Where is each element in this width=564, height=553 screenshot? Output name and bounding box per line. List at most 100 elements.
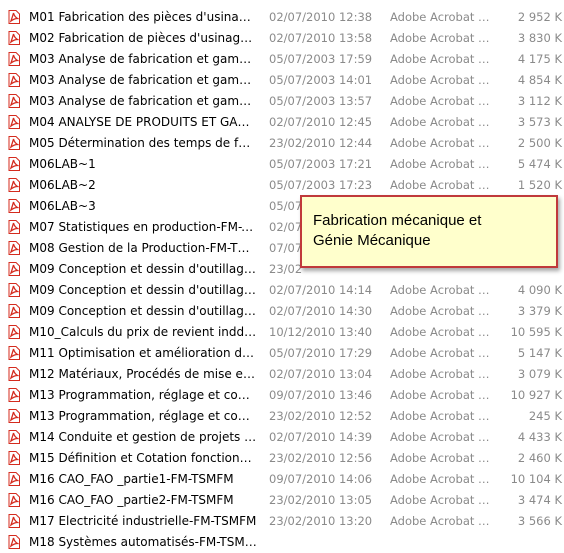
file-name: M14 Conduite et gestion de projets d'ind…: [29, 430, 257, 444]
file-size: 3 573 K: [517, 115, 562, 129]
file-name: M12 Matériaux, Procédés de mise en for..…: [29, 367, 257, 381]
pdf-file-icon: [8, 115, 20, 129]
file-row[interactable]: M04 ANALYSE DE PRODUITS ET GAMME ... 02/0…: [0, 112, 564, 133]
file-date: 23/02/2010 12:52: [269, 409, 373, 423]
file-date: 23/02/2010 12:56: [269, 451, 373, 465]
pdf-file-icon: [8, 346, 20, 360]
file-size: 4 090 K: [517, 283, 562, 297]
file-row[interactable]: M13 Programmation, réglage et conduit...…: [0, 385, 564, 406]
file-row[interactable]: M05 Détermination des temps de fabrica..…: [0, 133, 564, 154]
pdf-file-icon: [8, 157, 20, 171]
pdf-file-icon: [8, 367, 20, 381]
file-type: Adobe Acrobat D...: [390, 451, 492, 465]
file-type: Adobe Acrobat D...: [390, 430, 492, 444]
file-type: Adobe Acrobat D...: [390, 94, 492, 108]
file-type: Adobe Acrobat D...: [390, 493, 492, 507]
folder-tooltip: Fabrication mécanique et Génie Mécanique: [300, 195, 558, 268]
pdf-file-icon: [8, 451, 20, 465]
file-row[interactable]: M14 Conduite et gestion de projets d'ind…: [0, 427, 564, 448]
file-name: M02 Fabrication de pièces d'usinage sim.…: [29, 31, 257, 45]
file-row[interactable]: M03 Analyse de fabrication et gammes d..…: [0, 49, 564, 70]
file-size: 2 500 K: [517, 136, 562, 150]
file-type: Adobe Acrobat D...: [390, 73, 492, 87]
file-name: M03 Analyse de fabrication et gammes d..…: [29, 52, 257, 66]
file-date: 05/07/2003 13:57: [269, 94, 373, 108]
file-type: Adobe Acrobat D...: [390, 157, 492, 171]
file-row[interactable]: M17 Electricité industrielle-FM-TSMFM 23/…: [0, 511, 564, 532]
pdf-file-icon: [8, 262, 20, 276]
file-row[interactable]: M13 Programmation, réglage et conduit...…: [0, 406, 564, 427]
file-size: 10 595 K: [510, 325, 562, 339]
file-name: M06LAB~2: [29, 178, 96, 192]
file-type: Adobe Acrobat D...: [390, 304, 492, 318]
file-row[interactable]: M02 Fabrication de pièces d'usinage sim.…: [0, 28, 564, 49]
file-date: 23/02/2010 12:44: [269, 136, 373, 150]
file-date: 05/07/2010 17:29: [269, 346, 373, 360]
file-name: M13 Programmation, réglage et conduit...: [29, 388, 257, 402]
file-row[interactable]: M10_Calculs du prix de revient inddustri…: [0, 322, 564, 343]
file-type: Adobe Acrobat D...: [390, 136, 492, 150]
file-size: 1 520 K: [517, 178, 562, 192]
file-size: 3 112 K: [517, 94, 562, 108]
file-row[interactable]: M12 Matériaux, Procédés de mise en for..…: [0, 364, 564, 385]
file-size: 5 147 K: [517, 346, 562, 360]
file-date: 10/12/2010 13:40: [269, 325, 373, 339]
pdf-file-icon: [8, 283, 20, 297]
file-date: 02/07/2010 14:39: [269, 430, 373, 444]
file-size: 2 952 K: [517, 10, 562, 24]
file-row[interactable]: M09 Conception et dessin d'outillages de…: [0, 280, 564, 301]
file-size: 3 379 K: [517, 304, 562, 318]
pdf-file-icon: [8, 514, 20, 528]
pdf-file-icon: [8, 52, 20, 66]
pdf-file-icon: [8, 220, 20, 234]
file-date: 09/07/2010 13:46: [269, 388, 373, 402]
file-row[interactable]: M09 Conception et dessin d'outillages de…: [0, 301, 564, 322]
pdf-file-icon: [8, 241, 20, 255]
file-row[interactable]: M03 Analyse de fabrication et gammes d..…: [0, 91, 564, 112]
file-row[interactable]: M03 Analyse de fabrication et gammes d..…: [0, 70, 564, 91]
file-type: Adobe Acrobat D...: [390, 283, 492, 297]
file-date: 05/07/2003 17:59: [269, 52, 373, 66]
file-date: 02/07/2010 14:14: [269, 283, 373, 297]
file-name: M17 Electricité industrielle-FM-TSMFM: [29, 514, 257, 528]
file-name: M16 CAO_FAO _partie2-FM-TSMFM: [29, 493, 234, 507]
pdf-file-icon: [8, 430, 20, 444]
file-name: M09 Conception et dessin d'outillages de…: [29, 304, 257, 318]
file-size: 4 433 K: [517, 430, 562, 444]
file-name: M16 CAO_FAO _partie1-FM-TSMFM: [29, 472, 234, 486]
file-name: M18 Systèmes automatisés-FM-TSMFM: [29, 535, 257, 549]
file-size: 245 K: [528, 409, 562, 423]
pdf-file-icon: [8, 31, 20, 45]
file-date: 02/07/2010 13:04: [269, 367, 373, 381]
file-row[interactable]: M15 Définition et Cotation fonctionnelle…: [0, 448, 564, 469]
pdf-file-icon: [8, 388, 20, 402]
pdf-file-icon: [8, 304, 20, 318]
file-row[interactable]: M06LAB~1 05/07/2003 17:21 Adobe Acrobat D.…: [0, 154, 564, 175]
file-name: M09 Conception et dessin d'outillages de…: [29, 262, 257, 276]
file-row[interactable]: M06LAB~2 05/07/2003 17:23 Adobe Acrobat D.…: [0, 175, 564, 196]
file-date: 02/07/2010 13:58: [269, 31, 373, 45]
file-name: M11 Optimisation et amélioration de la p…: [29, 346, 257, 360]
file-size: 10 104 K: [510, 472, 562, 486]
file-name: M08 Gestion de la Production-FM-TSMFM: [29, 241, 257, 255]
pdf-file-icon: [8, 493, 20, 507]
file-date: 23/02/2010 13:05: [269, 493, 373, 507]
pdf-file-icon: [8, 178, 20, 192]
file-size: 4 175 K: [517, 52, 562, 66]
file-type: Adobe Acrobat D...: [390, 346, 492, 360]
file-date: 09/07/2010 14:06: [269, 472, 373, 486]
file-row[interactable]: M01 Fabrication des pièces d'usinage si.…: [0, 7, 564, 28]
file-row[interactable]: M16 CAO_FAO _partie1-FM-TSMFM 09/07/2010 …: [0, 469, 564, 490]
file-date: 02/07/2010 14:30: [269, 304, 373, 318]
file-size: 3 079 K: [517, 367, 562, 381]
file-row[interactable]: M16 CAO_FAO _partie2-FM-TSMFM 23/02/2010 …: [0, 490, 564, 511]
file-size: 5 474 K: [517, 157, 562, 171]
file-type: Adobe Acrobat D...: [390, 115, 492, 129]
file-row[interactable]: M11 Optimisation et amélioration de la p…: [0, 343, 564, 364]
file-name: M04 ANALYSE DE PRODUITS ET GAMME ...: [29, 115, 257, 129]
tooltip-line-1: Fabrication mécanique et: [313, 212, 482, 229]
file-name: M10_Calculs du prix de revient inddustri…: [29, 325, 257, 339]
file-name: M03 Analyse de fabrication et gammes d..…: [29, 73, 257, 87]
file-type: Adobe Acrobat D...: [390, 409, 492, 423]
pdf-file-icon: [8, 136, 20, 150]
